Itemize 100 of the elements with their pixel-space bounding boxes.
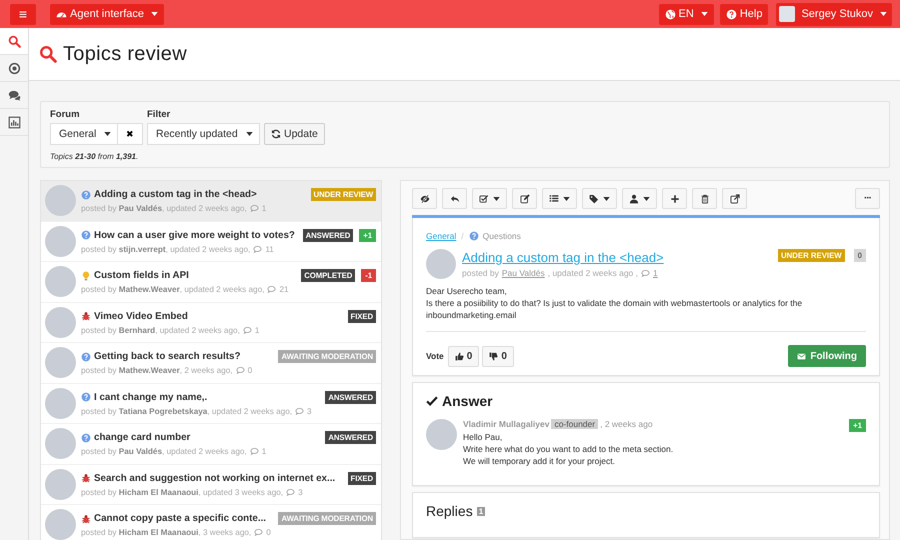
avatar	[426, 249, 456, 279]
vote-label: Vote	[426, 351, 444, 361]
more-button[interactable]: ···	[855, 188, 880, 209]
edit-icon	[520, 194, 530, 204]
comment-count: 0	[248, 366, 252, 376]
toolbar-button[interactable]	[692, 188, 717, 209]
envelope-icon	[797, 352, 806, 360]
toolbar-button[interactable]	[472, 188, 507, 209]
eye-slash-icon	[420, 194, 430, 204]
comment-count: 3	[298, 488, 303, 497]
caret-icon	[563, 196, 570, 200]
downvote-button[interactable]: 0	[482, 346, 514, 366]
topic-meta: posted by Bernhard, updated 2 weeks ago,	[81, 326, 240, 335]
toolbar-button[interactable]	[542, 188, 577, 209]
toolbar-button[interactable]	[512, 188, 537, 209]
category-label: Questions	[482, 231, 521, 241]
update-button[interactable]: Update	[264, 123, 325, 145]
comment-count: 0	[266, 528, 271, 538]
caret-icon	[603, 196, 610, 200]
topic-title[interactable]: Cannot copy paste a specific conte...	[94, 513, 266, 524]
tag-icon	[589, 194, 599, 204]
caret-icon	[493, 196, 500, 200]
reply-icon	[450, 194, 460, 204]
user-avatar	[779, 6, 796, 22]
topic-title[interactable]: Search and suggestion not working on internet ex...	[94, 472, 336, 484]
topics-summary: Topics 21-30 from 1,391.	[50, 152, 140, 161]
comment-count: 11	[265, 244, 274, 254]
answer-time: , 2 weeks ago	[600, 419, 653, 429]
caret-icon	[643, 196, 650, 200]
topic-title[interactable]: How can a user give more weight to votes?	[94, 230, 295, 241]
avatar	[45, 347, 76, 378]
body-text: Is there a posiibility to do that? Is just to validate the domain with webmastertools or analytics for the inboundmarketing.email	[426, 297, 804, 321]
topic-meta: posted by Mathew.Weaver, 2 weeks ago,	[81, 366, 233, 376]
clear-button[interactable]: ✖	[118, 123, 143, 145]
question-icon	[81, 230, 91, 240]
topic-title[interactable]: Getting back to search results?	[94, 351, 240, 362]
field-label: Forum	[50, 109, 81, 120]
question-icon	[81, 432, 91, 443]
avatar	[45, 428, 76, 460]
avatar	[426, 419, 457, 450]
target-icon	[8, 62, 20, 74]
bar-chart-icon	[8, 116, 20, 128]
avatar	[45, 306, 76, 338]
topic-meta: posted by stijn.verrept, updated 2 weeks ago,	[81, 244, 250, 254]
filter-select[interactable]: Recently updated	[147, 123, 260, 145]
comment-count: 1	[262, 204, 266, 214]
toolbar-button[interactable]	[722, 188, 747, 209]
question-icon	[81, 392, 91, 402]
topic-title[interactable]: Custom fields in API	[94, 270, 189, 282]
page-title: Topics review	[63, 42, 187, 66]
toolbar-button[interactable]	[582, 188, 617, 209]
comment-icon	[295, 406, 304, 416]
sidebar-item[interactable]	[0, 28, 28, 55]
toolbar-button[interactable]	[412, 188, 437, 209]
avatar	[45, 266, 76, 298]
bug-icon	[81, 514, 91, 524]
comment-icon	[242, 326, 252, 335]
agent-interface-menu[interactable]: Agent interface	[50, 4, 164, 24]
external-link-icon	[730, 194, 740, 204]
user-menu[interactable]: Sergey Stukov	[776, 2, 892, 26]
topic-meta: posted by Hicham El Maanaoui, 3 weeks ago,	[81, 528, 252, 538]
toolbar-button[interactable]	[442, 188, 467, 209]
answer-heading: Answer	[442, 393, 493, 409]
comment-icon	[253, 244, 262, 254]
breadcrumb-separator: /	[461, 231, 464, 241]
comment-icon	[267, 285, 276, 294]
upvote-button[interactable]: 0	[448, 346, 480, 366]
updated-text: , updated 2 weeks ago ,	[548, 268, 638, 278]
answer-text: Hello Pau,	[463, 431, 504, 443]
topic-meta: posted by Pau Valdés, updated 2 weeks ago,	[81, 204, 247, 214]
checkbox-icon	[479, 194, 489, 204]
following-button[interactable]: Following	[788, 345, 866, 367]
topic-title[interactable]: I cant change my name,.	[94, 392, 208, 403]
answer-text: We will temporary add it for your project.	[463, 455, 616, 467]
toolbar-button[interactable]	[662, 188, 687, 209]
caret-icon	[151, 12, 158, 16]
menu-button[interactable]: ≡	[10, 4, 36, 24]
toolbar-button[interactable]	[622, 188, 657, 209]
avatar	[45, 226, 76, 257]
avatar	[45, 509, 76, 540]
question-icon	[468, 231, 479, 241]
question-icon	[81, 352, 91, 362]
language-menu[interactable]: EN	[658, 4, 714, 24]
comment-count: 1	[254, 326, 260, 335]
chat-icon	[8, 88, 20, 102]
topic-meta: posted by Hicham El Maanaoui, updated 3 weeks ago,	[81, 488, 284, 497]
question-icon	[81, 190, 91, 200]
comment-count: 21	[279, 285, 289, 294]
bug-icon	[81, 473, 91, 484]
answer-text: Write here what do you want to add to the meta section.	[463, 443, 674, 455]
help-button[interactable]: Help	[720, 4, 768, 24]
avatar	[45, 185, 76, 216]
caret-icon	[700, 12, 708, 16]
topic-meta: posted by Mathew.Weaver, updated 2 weeks ago,	[81, 285, 264, 294]
topic-title[interactable]: change card number	[94, 432, 190, 444]
topic-title[interactable]: Vimeo Video Embed	[94, 310, 188, 322]
topic-title[interactable]: Adding a custom tag in the <head>	[94, 189, 257, 200]
forum-select[interactable]: General	[50, 123, 118, 145]
search-icon	[39, 45, 57, 63]
plus-icon	[670, 194, 680, 204]
